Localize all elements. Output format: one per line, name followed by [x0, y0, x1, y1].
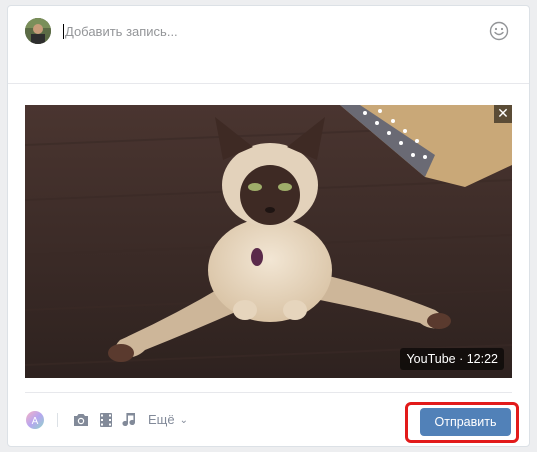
user-avatar[interactable] — [25, 18, 51, 44]
divider — [25, 392, 512, 393]
svg-text:A: A — [32, 416, 39, 427]
text-cursor — [63, 24, 64, 39]
smile-icon[interactable] — [489, 21, 509, 41]
chevron-down-icon: ⌄ — [179, 415, 188, 426]
poster-icon[interactable]: A — [25, 410, 45, 430]
video-thumbnail — [25, 105, 512, 378]
composer-toolbar: A Ещё ⌄ Отправить — [8, 402, 529, 443]
film-icon[interactable] — [96, 410, 116, 430]
close-icon[interactable]: ✕ — [494, 105, 512, 123]
music-note-icon[interactable] — [120, 410, 140, 430]
more-label: Ещё — [148, 412, 175, 427]
video-duration-badge: YouTube · 12:22 — [400, 348, 504, 370]
composer-header: Добавить запись... — [8, 6, 529, 84]
more-dropdown[interactable]: Ещё ⌄ — [148, 412, 188, 430]
video-attachment[interactable]: ✕ YouTube · 12:22 — [25, 105, 512, 378]
toolbar-separator — [57, 413, 58, 427]
post-composer: Добавить запись... ✕ YouTube · 12:22 A Е… — [7, 5, 530, 447]
camera-icon[interactable] — [71, 410, 91, 430]
send-button[interactable]: Отправить — [420, 408, 511, 436]
post-input[interactable]: Добавить запись... — [65, 24, 178, 39]
